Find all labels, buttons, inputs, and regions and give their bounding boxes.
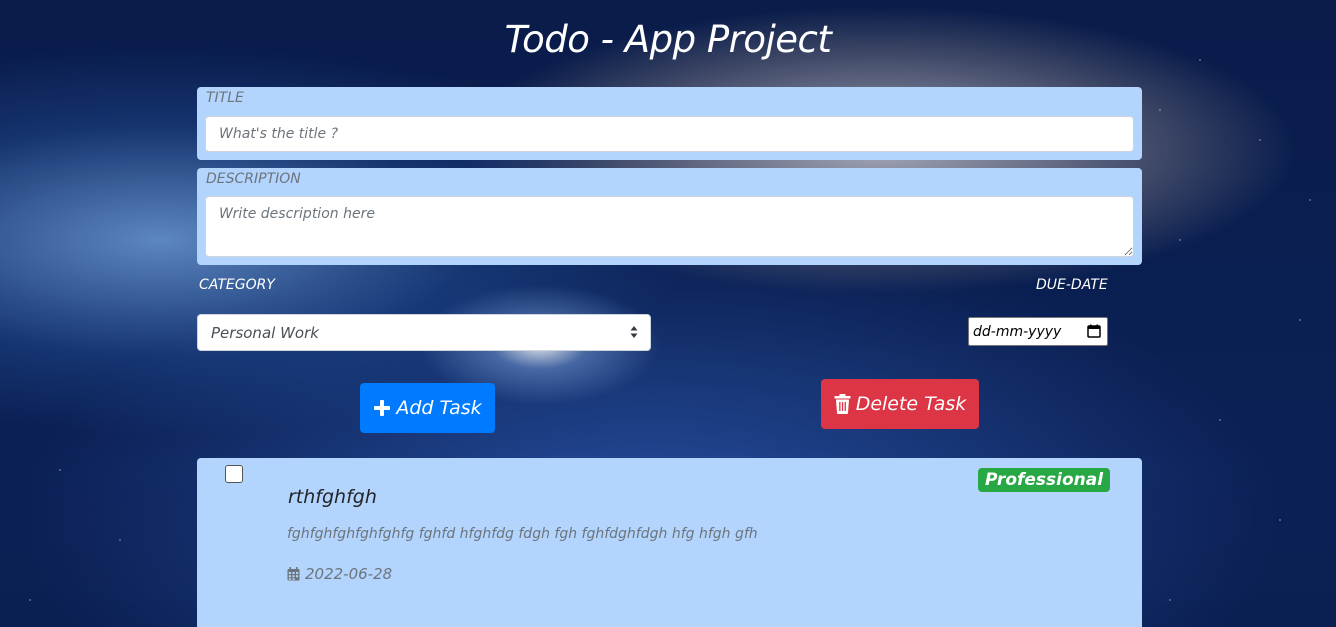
description-input[interactable] <box>205 196 1134 257</box>
due-date-placeholder: dd-mm-yyyy <box>973 323 1062 340</box>
sort-arrows-icon <box>630 326 638 338</box>
add-task-button[interactable]: Add Task <box>360 383 495 433</box>
category-label: CATEGORY <box>199 277 275 293</box>
category-selected-value: Personal Work <box>211 323 319 342</box>
delete-task-label: Delete Task <box>855 393 967 415</box>
page-title: Todo - App Project <box>504 18 832 61</box>
calendar-icon <box>287 567 300 581</box>
plus-icon <box>374 400 391 416</box>
calendar-picker-icon[interactable] <box>1087 324 1101 338</box>
title-field-group: TITLE <box>197 87 1142 160</box>
category-select[interactable]: Personal Work <box>197 314 651 351</box>
task-card: rthfghfgh fghfghfghfghfghfg fghfd hfghfd… <box>197 458 1142 627</box>
task-title: rthfghfgh <box>288 486 377 508</box>
trash-icon <box>834 394 851 414</box>
due-date-label: DUE-DATE <box>1036 277 1108 293</box>
description-label: DESCRIPTION <box>206 171 301 187</box>
title-label: TITLE <box>206 90 244 106</box>
title-input[interactable] <box>205 116 1134 152</box>
task-description: fghfghfghfghfghfg fghfd hfghfdg fdgh fgh… <box>287 526 758 542</box>
add-task-label: Add Task <box>396 397 482 419</box>
task-due-date: 2022-06-28 <box>287 565 392 583</box>
delete-task-button[interactable]: Delete Task <box>821 379 979 429</box>
task-date-text: 2022-06-28 <box>305 565 393 583</box>
description-field-group: DESCRIPTION <box>197 168 1142 265</box>
due-date-input[interactable]: dd-mm-yyyy <box>968 317 1108 346</box>
category-badge: Professional <box>978 468 1111 492</box>
task-checkbox[interactable] <box>225 465 243 483</box>
